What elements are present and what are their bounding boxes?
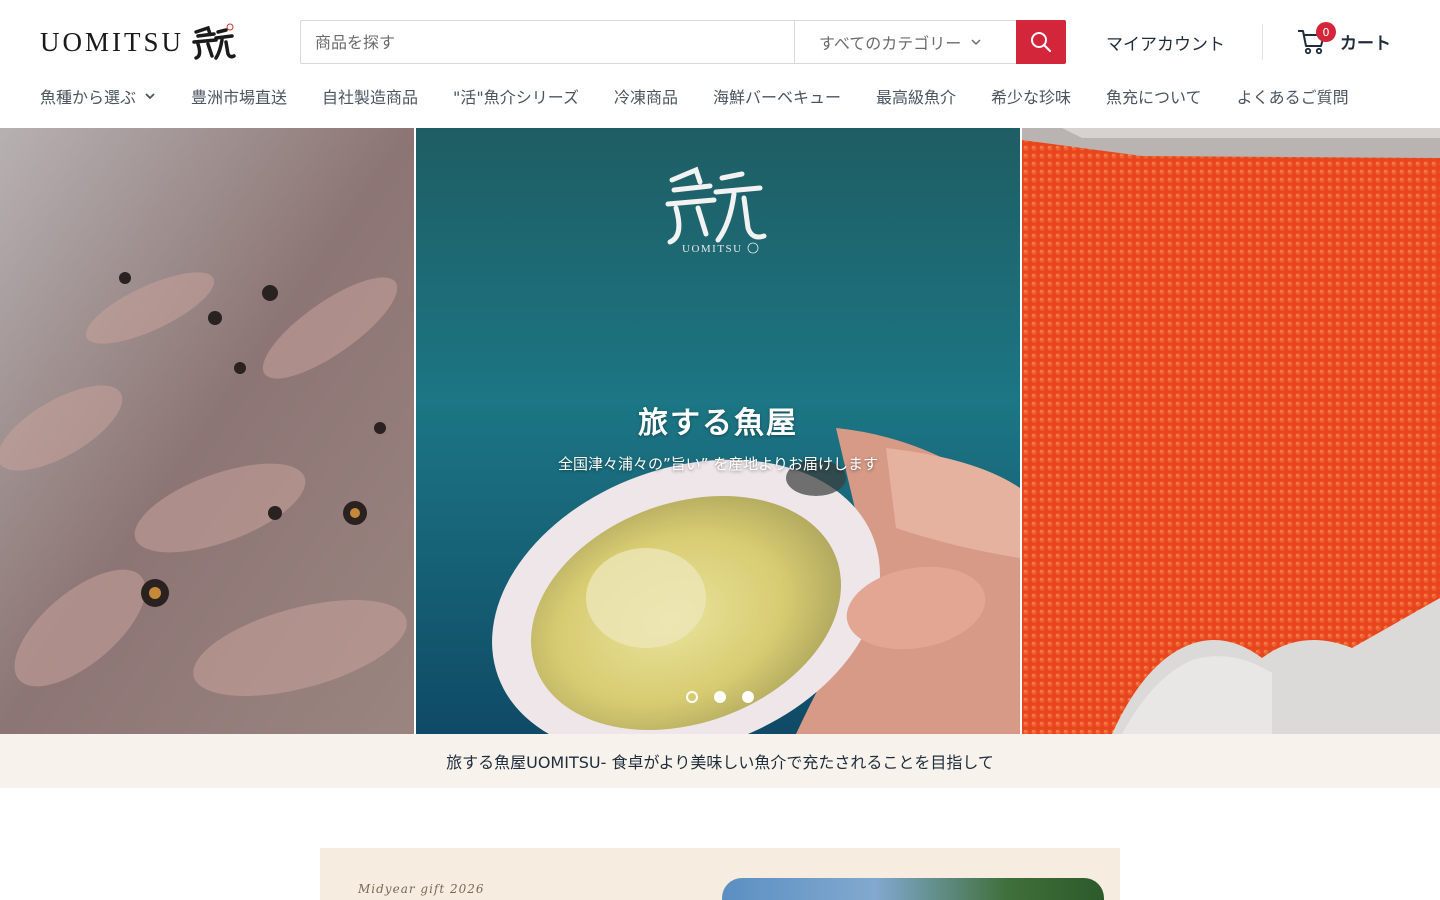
slider-dots [686, 691, 754, 703]
promo-image [722, 878, 1104, 900]
cart-count-badge: 0 [1316, 22, 1336, 42]
hero-brand-logo: UOMITSU [665, 166, 767, 255]
hero-image-roe [1022, 128, 1440, 734]
chevron-down-icon [971, 39, 981, 46]
cart-link[interactable]: 0 カート [1296, 22, 1391, 56]
nav-item-about[interactable]: 魚充について [1106, 84, 1202, 108]
nav-item-label: 最高級魚介 [876, 88, 957, 107]
hero-slider: UOMITSU 旅する魚屋 全国津々浦々の”旨い” を産地よりお届けします [0, 128, 1440, 734]
chevron-down-icon [145, 93, 155, 100]
logo-kanji-mark [192, 23, 236, 60]
hero-subtitle: 全国津々浦々の”旨い” を産地よりお届けします [557, 455, 878, 473]
nav-item-toyosu[interactable]: 豊洲市場直送 [191, 84, 287, 108]
hero-title: 旅する魚屋 [638, 406, 798, 441]
cart-label: カート [1340, 33, 1391, 54]
nav-item-own-products[interactable]: 自社製造商品 [322, 84, 418, 108]
search-input[interactable] [301, 21, 794, 63]
account-link[interactable]: マイアカウント [1106, 30, 1225, 55]
nav-item-live-series[interactable]: "活"魚介シリーズ [453, 84, 579, 108]
promo-label: Midyear gift 2026 [358, 882, 485, 896]
cart-icon: 0 [1296, 22, 1336, 56]
announcement-text: 旅する魚屋UOMITSU- 食卓がより美味しい魚介で充たされることを目指して [446, 753, 994, 772]
search-icon [1031, 32, 1052, 53]
nav-item-label: よくあるご質問 [1236, 88, 1349, 107]
nav-item-label: 豊洲市場直送 [191, 88, 288, 107]
nav-item-label: 海鮮バーベキュー [712, 88, 841, 107]
slider-dot-3[interactable] [742, 691, 754, 703]
site-logo[interactable]: UOMITSU [40, 22, 236, 62]
nav-item-label: 自社製造商品 [322, 88, 419, 107]
header-divider [1262, 24, 1263, 60]
search-button[interactable] [1016, 20, 1066, 64]
nav-item-label: "活"魚介シリーズ [453, 88, 579, 107]
nav-item-label: 希少な珍味 [991, 88, 1072, 107]
hero-image-squid [0, 128, 414, 734]
nav-item-faq[interactable]: よくあるご質問 [1237, 84, 1349, 108]
nav-item-label: 魚充について [1106, 88, 1202, 107]
nav-item-premium[interactable]: 最高級魚介 [876, 84, 956, 108]
nav-item-delicacy[interactable]: 希少な珍味 [991, 84, 1071, 108]
hero-brand-text: UOMITSU [682, 243, 743, 255]
nav-item-frozen[interactable]: 冷凍商品 [614, 84, 678, 108]
site-header: UOMITSU すべてのカテゴリー マイアカウント 0 カート [0, 0, 1440, 128]
category-select[interactable]: すべてのカテゴリー [794, 21, 1016, 63]
logo-text: UOMITSU [40, 26, 185, 57]
slider-dot-2[interactable] [714, 691, 726, 703]
search-bar: すべてのカテゴリー [300, 20, 1066, 64]
nav-item-fish-type[interactable]: 魚種から選ぶ [40, 84, 156, 108]
nav-item-label: 魚種から選ぶ [40, 88, 137, 107]
nav-item-bbq[interactable]: 海鮮バーベキュー [713, 84, 841, 108]
announcement-bar: 旅する魚屋UOMITSU- 食卓がより美味しい魚介で充たされることを目指して [0, 734, 1440, 788]
promo-banner[interactable]: Midyear gift 2026 [320, 848, 1120, 900]
category-select-label: すべてのカテゴリー [819, 34, 962, 53]
slider-dot-1[interactable] [686, 691, 698, 703]
nav-item-label: 冷凍商品 [613, 88, 678, 107]
main-nav: 魚種から選ぶ 豊洲市場直送 自社製造商品 "活"魚介シリーズ 冷凍商品 海鮮バー… [40, 84, 1349, 108]
